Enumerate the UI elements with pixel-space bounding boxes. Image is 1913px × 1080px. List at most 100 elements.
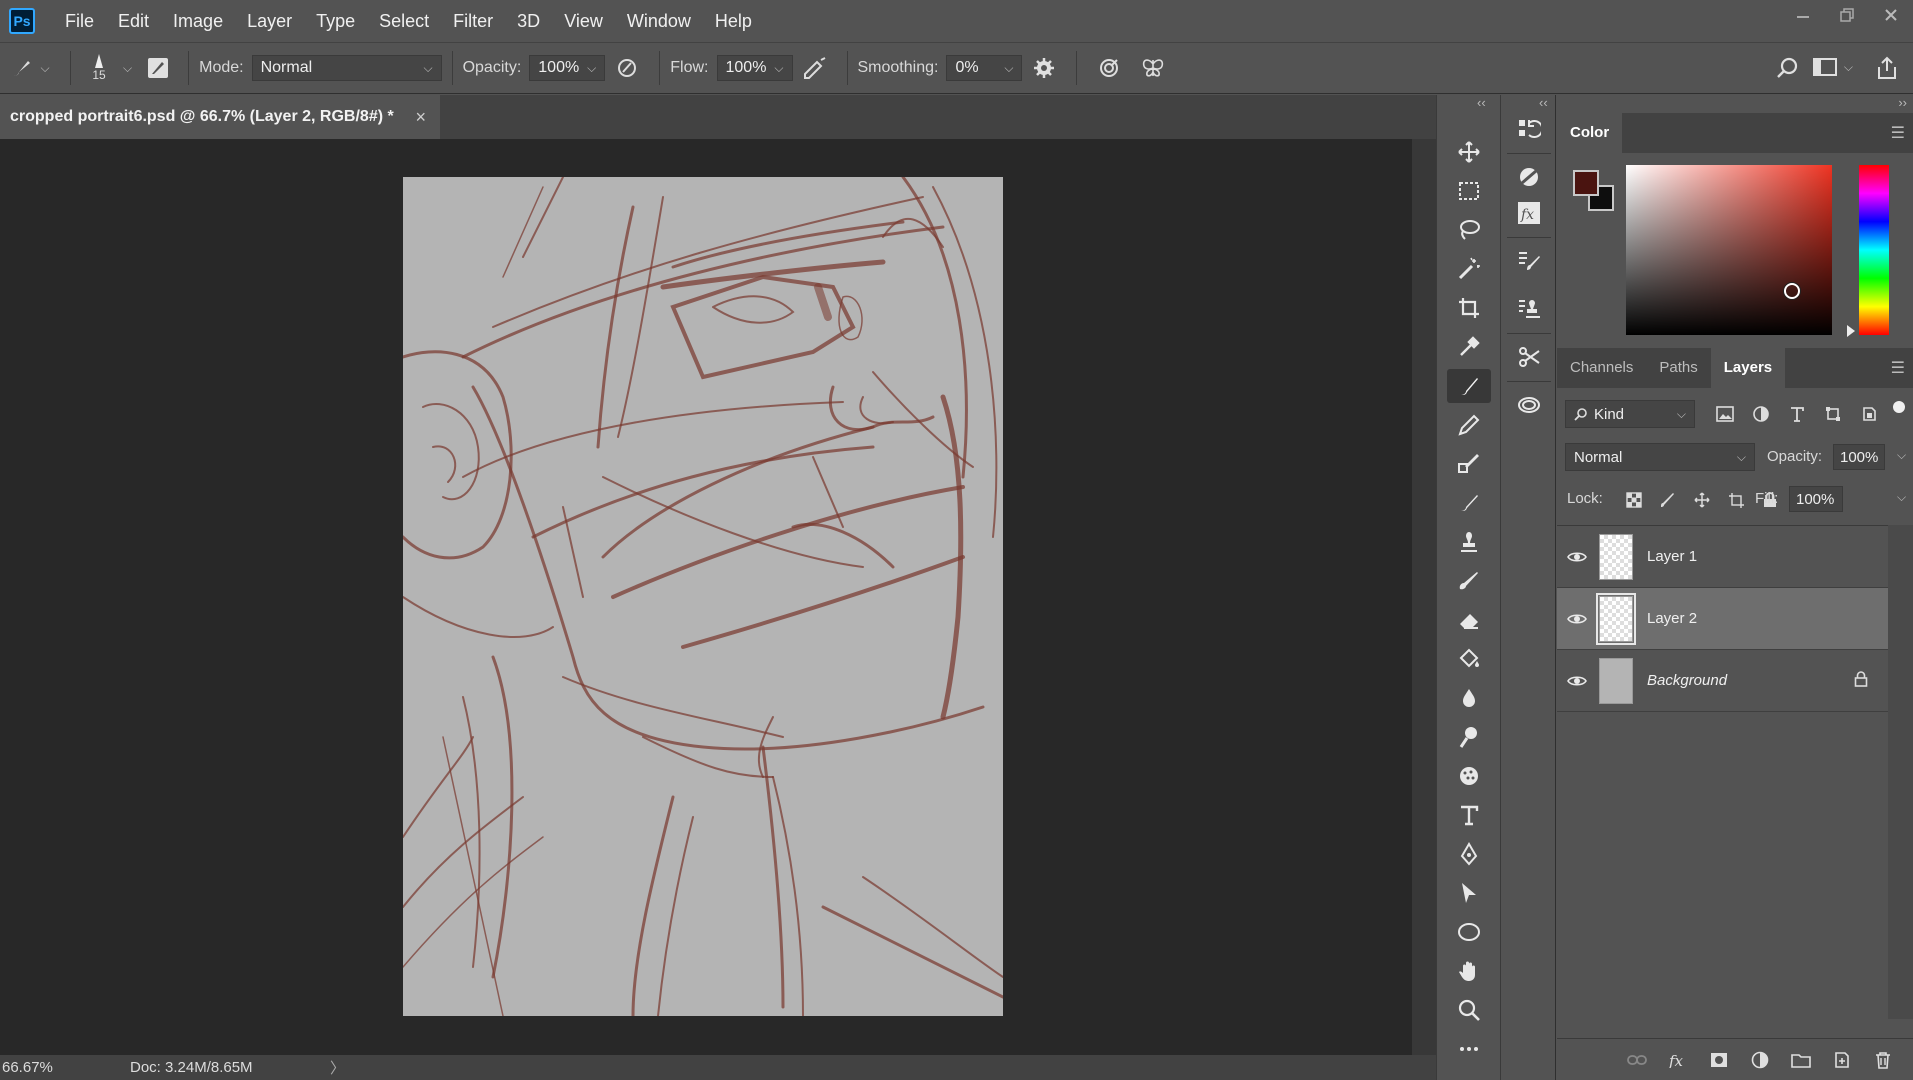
workspace-switcher[interactable]: ⌵ xyxy=(1812,55,1853,79)
menu-select[interactable]: Select xyxy=(367,0,441,42)
menu-edit[interactable]: Edit xyxy=(106,0,161,42)
expand-panels-icon[interactable]: ›› xyxy=(1898,95,1907,110)
collapse-panels-icon[interactable]: ‹‹ xyxy=(1539,95,1548,110)
visibility-toggle[interactable] xyxy=(1557,612,1597,626)
edit-toolbar-button[interactable] xyxy=(1447,1032,1491,1066)
chevron-down-icon[interactable]: ⌵ xyxy=(123,61,132,76)
zoom-tool[interactable] xyxy=(1447,993,1491,1027)
marquee-tool[interactable] xyxy=(1447,174,1491,208)
canvas[interactable] xyxy=(403,177,1003,1016)
airbrush-toggle[interactable] xyxy=(793,56,837,80)
add-mask-button[interactable] xyxy=(1698,1052,1739,1068)
smoothing-options-button[interactable] xyxy=(1022,56,1066,80)
filter-type-layers[interactable] xyxy=(1779,400,1815,428)
minimize-button[interactable] xyxy=(1781,0,1825,30)
lock-image-pixels[interactable] xyxy=(1651,488,1685,512)
visibility-toggle[interactable] xyxy=(1557,550,1597,564)
brush-tool[interactable] xyxy=(1447,369,1491,403)
lock-transparent-pixels[interactable] xyxy=(1617,488,1651,512)
smoothing-field[interactable]: 0% ⌵ xyxy=(946,55,1023,81)
magic-wand-tool[interactable] xyxy=(1447,252,1491,286)
dodge-tool[interactable] xyxy=(1447,720,1491,754)
tab-color[interactable]: Color xyxy=(1557,113,1623,153)
tab-layers[interactable]: Layers xyxy=(1710,348,1786,388)
history-brush-tool[interactable] xyxy=(1447,486,1491,520)
new-group-button[interactable] xyxy=(1780,1052,1821,1068)
menu-file[interactable]: File xyxy=(53,0,106,42)
filter-pixel-layers[interactable] xyxy=(1707,400,1743,428)
eraser-tool[interactable] xyxy=(1447,603,1491,637)
pressure-size-toggle[interactable] xyxy=(1087,56,1131,80)
collapse-toolbar-icon[interactable]: ‹‹ xyxy=(1477,95,1486,110)
pencil-tool[interactable] xyxy=(1447,408,1491,442)
share-button[interactable] xyxy=(1875,55,1899,86)
crop-tool[interactable] xyxy=(1447,291,1491,325)
search-button[interactable] xyxy=(1775,55,1801,86)
move-tool[interactable] xyxy=(1447,135,1491,169)
layer-filter-select[interactable]: Kind ⌵ xyxy=(1565,400,1695,428)
menu-3d[interactable]: 3D xyxy=(505,0,552,42)
panel-menu-icon[interactable]: ☰ xyxy=(1891,123,1905,143)
close-window-button[interactable] xyxy=(1869,0,1913,30)
lasso-tool[interactable] xyxy=(1447,213,1491,247)
hue-slider-handle[interactable] xyxy=(1847,325,1855,337)
menu-type[interactable]: Type xyxy=(304,0,367,42)
path-selection-tool[interactable] xyxy=(1447,876,1491,910)
eyedropper-tool[interactable] xyxy=(1447,330,1491,364)
blur-tool[interactable] xyxy=(1447,681,1491,715)
tool-presets-panel-button[interactable] xyxy=(1511,339,1547,375)
saturation-brightness-field[interactable] xyxy=(1626,165,1832,335)
blend-mode-select[interactable]: Normal ⌵ xyxy=(1565,443,1755,471)
paint-bucket-tool[interactable] xyxy=(1447,642,1491,676)
menu-window[interactable]: Window xyxy=(615,0,703,42)
canvas-scrollbar[interactable] xyxy=(1412,139,1436,1055)
clone-stamp-tool[interactable] xyxy=(1447,525,1491,559)
flow-field[interactable]: 100% ⌵ xyxy=(716,55,793,81)
smudge-brush-tool[interactable] xyxy=(1447,564,1491,598)
chevron-down-icon[interactable]: ⌵ xyxy=(1897,448,1906,463)
link-layers-button[interactable] xyxy=(1616,1053,1657,1067)
lock-position[interactable] xyxy=(1685,488,1719,512)
history-panel-button[interactable] xyxy=(1511,111,1547,147)
mode-select[interactable]: Normal ⌵ xyxy=(251,55,442,81)
pressure-opacity-toggle[interactable] xyxy=(605,56,649,80)
brushes-panel-button[interactable] xyxy=(1511,243,1547,279)
menu-filter[interactable]: Filter xyxy=(441,0,505,42)
zoom-level[interactable]: 66.67% xyxy=(0,1059,130,1076)
color-picker-ring[interactable] xyxy=(1784,283,1800,299)
mixer-brush-tool[interactable] xyxy=(1447,447,1491,481)
filter-adjustment-layers[interactable] xyxy=(1743,400,1779,428)
pen-tool[interactable] xyxy=(1447,837,1491,871)
menu-view[interactable]: View xyxy=(552,0,615,42)
layer-row-layer-1[interactable]: Layer 1 xyxy=(1557,526,1888,588)
lock-artboard[interactable] xyxy=(1719,488,1753,512)
document-tab[interactable]: cropped portrait6.psd @ 66.7% (Layer 2, … xyxy=(0,95,440,139)
brush-size-picker[interactable]: 15 xyxy=(81,54,117,82)
tab-paths[interactable]: Paths xyxy=(1646,348,1710,388)
adjustments-panel-button[interactable] xyxy=(1511,159,1547,195)
layer-row-background[interactable]: Background xyxy=(1557,650,1888,712)
add-layer-style-button[interactable]: fx xyxy=(1657,1052,1698,1068)
sponge-tool[interactable] xyxy=(1447,759,1491,793)
status-menu-arrow[interactable]: 〉 xyxy=(330,1057,345,1078)
clone-source-panel-button[interactable] xyxy=(1511,291,1547,327)
hand-tool[interactable] xyxy=(1447,954,1491,988)
layer-name[interactable]: Background xyxy=(1647,672,1727,689)
layers-scrollbar[interactable] xyxy=(1888,525,1913,1019)
styles-panel-button[interactable]: fx xyxy=(1511,195,1547,231)
menu-help[interactable]: Help xyxy=(703,0,764,42)
type-tool[interactable] xyxy=(1447,798,1491,832)
layer-row-layer-2[interactable]: Layer 2 xyxy=(1557,588,1888,650)
chevron-down-icon[interactable]: ⌵ xyxy=(1897,490,1906,505)
layer-opacity-field[interactable]: 100% xyxy=(1833,444,1885,470)
foreground-color-swatch[interactable] xyxy=(1573,170,1599,196)
layer-name[interactable]: Layer 2 xyxy=(1647,610,1697,627)
visibility-toggle[interactable] xyxy=(1557,674,1597,688)
layer-name[interactable]: Layer 1 xyxy=(1647,548,1697,565)
tab-channels[interactable]: Channels xyxy=(1557,348,1646,388)
delete-layer-button[interactable] xyxy=(1862,1051,1903,1069)
ellipse-tool[interactable] xyxy=(1447,915,1491,949)
menu-layer[interactable]: Layer xyxy=(235,0,304,42)
brush-settings-toggle[interactable] xyxy=(138,56,178,80)
close-tab-icon[interactable]: × xyxy=(415,107,426,128)
